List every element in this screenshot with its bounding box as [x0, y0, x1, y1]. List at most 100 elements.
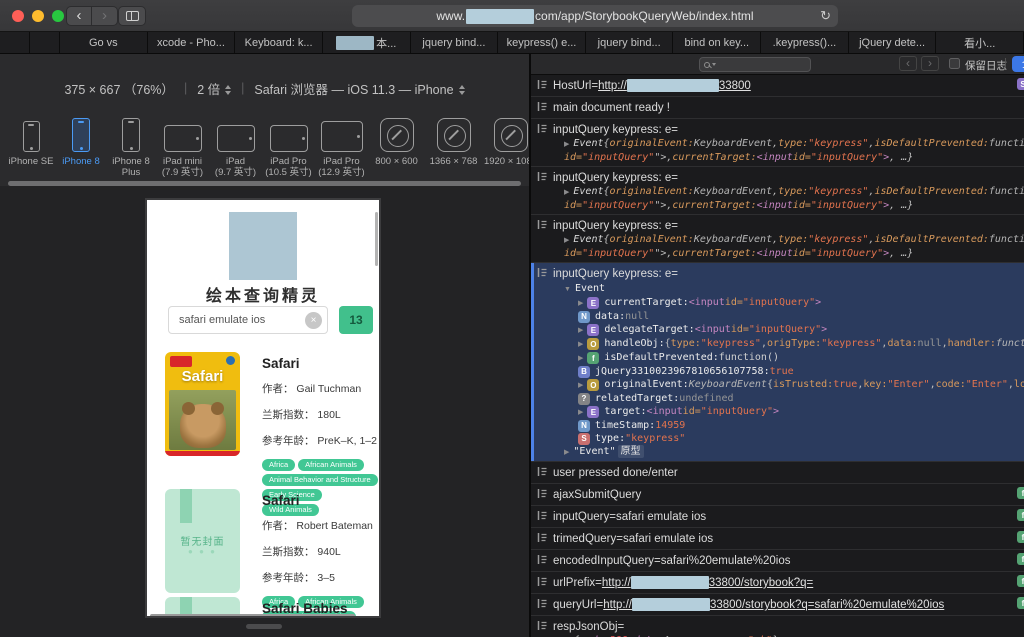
book-cover[interactable]: Safari — [165, 352, 240, 456]
forward-button[interactable]: › — [92, 6, 118, 26]
bookmark-item[interactable]: keypress() e... — [498, 32, 586, 53]
source-function-badge[interactable]: f — [1017, 531, 1024, 543]
bookmark-item[interactable]: jQuery dete... — [849, 32, 937, 53]
disclosure-triangle-icon[interactable]: ▶ — [578, 297, 583, 310]
device-preset-ipad-mini[interactable]: iPad mini (7.9 英寸) — [156, 108, 209, 178]
source-function-badge[interactable]: f — [1017, 487, 1024, 499]
type-badge: E — [587, 297, 600, 309]
console-text: , …} — [889, 247, 914, 259]
console-text: code: — [935, 379, 966, 390]
bookmark-item[interactable]: .keypress()... — [761, 32, 849, 53]
toolbar-divider: | — [1004, 57, 1007, 69]
device-preset-iphone-8[interactable]: iPhone 8 — [56, 108, 106, 167]
console-entry[interactable]: inputQuery keypress: e= ▶ Event {originalE… — [531, 214, 1024, 262]
console-search-input[interactable] — [718, 59, 806, 70]
address-bar[interactable]: www. com/app/StorybookQueryWeb/index.html… — [352, 5, 838, 27]
preserve-log-checkbox[interactable] — [949, 58, 960, 69]
console-line: ▶ Etarget: <input id= "inputQuery" > — [531, 405, 1024, 419]
source-function-badge[interactable]: f — [1017, 553, 1024, 565]
disclosure-triangle-icon[interactable]: ▶ — [564, 235, 569, 248]
disclosure-triangle-icon[interactable]: ▶ — [564, 139, 569, 152]
device-preset-ipad-pro[interactable]: iPad Pro (12.9 英寸) — [315, 108, 368, 178]
console-text: 33800/storybook?q= — [708, 577, 814, 589]
console-entry[interactable]: encodedInputQuery=safari%20emulate%20ios… — [531, 549, 1024, 571]
user-agent-selector[interactable]: Safari 浏览器 — iOS 11.3 — iPhone — [254, 79, 465, 98]
device-preset-800-600[interactable]: 800 × 600 — [368, 108, 425, 167]
bookmark-item[interactable]: Keyboard: k... — [235, 32, 323, 53]
preserve-log-label: 保留日志 — [965, 60, 1007, 72]
close-window-button[interactable] — [12, 10, 24, 22]
source-function-badge[interactable]: f — [1017, 597, 1024, 609]
disclosure-triangle-icon[interactable]: ▶ — [578, 324, 583, 337]
console-entry[interactable]: respJsonObj=▶{code: 200, data: Array, me… — [531, 615, 1024, 637]
disclosure-triangle-icon[interactable]: ▼ — [564, 283, 571, 296]
responsive-design-panel: 375 × 667 （76%） | 2 倍 | Safari 浏览器 — iOS… — [0, 54, 529, 637]
console-text: "inputQuery" — [582, 151, 655, 163]
next-result-button[interactable]: › — [921, 56, 939, 71]
bookmark-item[interactable] — [0, 32, 30, 53]
resize-handle[interactable] — [246, 624, 282, 629]
scale-selector[interactable]: 2 倍 — [197, 79, 232, 98]
disclosure-triangle-icon[interactable]: ▶ — [564, 446, 569, 459]
disclosure-triangle-icon[interactable]: ▶ — [578, 352, 583, 365]
console-entry[interactable]: HostUrl= http:// 33800 S — [531, 75, 1024, 96]
book-cover[interactable]: 暂无封面● ● ● — [165, 489, 240, 593]
previous-result-button[interactable]: ‹ — [899, 56, 917, 71]
stepper-icon[interactable] — [225, 84, 232, 96]
device-preset-ipad-pro[interactable]: iPad Pro (10.5 英寸) — [262, 108, 315, 178]
console-entry[interactable]: user pressed done/enter — [531, 461, 1024, 483]
bookmark-item[interactable]: jquery bind... — [586, 32, 674, 53]
console-entry[interactable]: inputQuery keypress: e= ▶ Event {originalE… — [531, 166, 1024, 214]
console-entry[interactable]: queryUrl= http:// 33800/storybook?q=safari… — [531, 593, 1024, 615]
phone-horizontal-scrollbar[interactable] — [150, 614, 355, 616]
disclosure-triangle-icon[interactable]: ▶ — [578, 338, 583, 351]
console-entry[interactable]: urlPrefix= http:// 33800/storybook?q= f — [531, 571, 1024, 593]
console-search-field[interactable] — [699, 57, 811, 72]
console-text: Event — [573, 234, 604, 245]
clear-search-icon[interactable]: × — [305, 312, 322, 329]
console-entry[interactable]: trimedQuery=safari emulate ios f — [531, 527, 1024, 549]
bookmark-item[interactable]: xcode - Pho... — [148, 32, 236, 53]
minimize-window-button[interactable] — [32, 10, 44, 22]
source-function-badge[interactable]: f — [1017, 509, 1024, 521]
console-text: function — [988, 234, 1024, 245]
iphone-preview-screen[interactable]: 绘本查询精灵 × 13 Safari Safari 作者： Gail Tuchman… — [145, 198, 381, 618]
back-button[interactable]: ‹ — [66, 6, 92, 26]
console-entry[interactable]: main document ready ! — [531, 96, 1024, 118]
console-entry[interactable]: inputQuery keypress: e= ▼ Event ▶ EcurrentTa… — [531, 262, 1024, 461]
console-text: null — [917, 338, 942, 349]
disclosure-triangle-icon[interactable]: ▶ — [564, 187, 569, 200]
phone-vertical-scrollbar[interactable] — [375, 212, 378, 266]
console-text: "inputQuery" — [810, 151, 884, 163]
book-info: Safari 作者： Robert Bateman 兰斯指数： 940L 参考年龄： … — [262, 493, 374, 616]
search-field[interactable]: × — [168, 306, 328, 334]
stepper-icon[interactable] — [458, 84, 465, 96]
bookmark-item[interactable]: 本... — [323, 32, 411, 53]
filter-all-button[interactable]: 全部 — [1012, 56, 1024, 72]
search-input[interactable] — [169, 307, 327, 333]
disclosure-triangle-icon[interactable]: ▶ — [578, 379, 583, 392]
source-function-badge[interactable]: S — [1017, 78, 1024, 90]
device-preset-iphone-se[interactable]: iPhone SE — [6, 108, 56, 167]
device-preset-1366-768[interactable]: 1366 × 768 — [425, 108, 482, 167]
type-badge: E — [587, 406, 600, 418]
result-count-button[interactable]: 13 — [339, 306, 373, 334]
device-preset-ipad[interactable]: iPad (9.7 英寸) — [209, 108, 262, 178]
bookmark-item[interactable] — [30, 32, 60, 53]
device-preset-iphone-8[interactable]: iPhone 8 Plus — [106, 108, 156, 178]
sidebar-toggle-button[interactable] — [118, 6, 146, 26]
device-preset-1920-1080[interactable]: 1920 × 1080 — [482, 108, 529, 167]
bookmark-item[interactable]: jquery bind... — [411, 32, 499, 53]
lion-cub-image — [179, 402, 226, 448]
console-entry[interactable]: ajaxSubmitQuery f — [531, 483, 1024, 505]
bookmark-item[interactable]: bind on key... — [673, 32, 762, 53]
zoom-window-button[interactable] — [52, 10, 64, 22]
bookmark-item[interactable]: Go vs — [60, 32, 148, 53]
console-line: user pressed done/enter — [531, 464, 1024, 481]
console-entry[interactable]: inputQuery keypress: e= ▶ Event {originalE… — [531, 118, 1024, 166]
source-function-badge[interactable]: f — [1017, 575, 1024, 587]
console-entry[interactable]: inputQuery=safari emulate ios f — [531, 505, 1024, 527]
disclosure-triangle-icon[interactable]: ▶ — [578, 406, 583, 419]
reload-icon[interactable]: ↻ — [820, 8, 831, 24]
bookmark-item[interactable]: 看小... — [936, 32, 1024, 53]
